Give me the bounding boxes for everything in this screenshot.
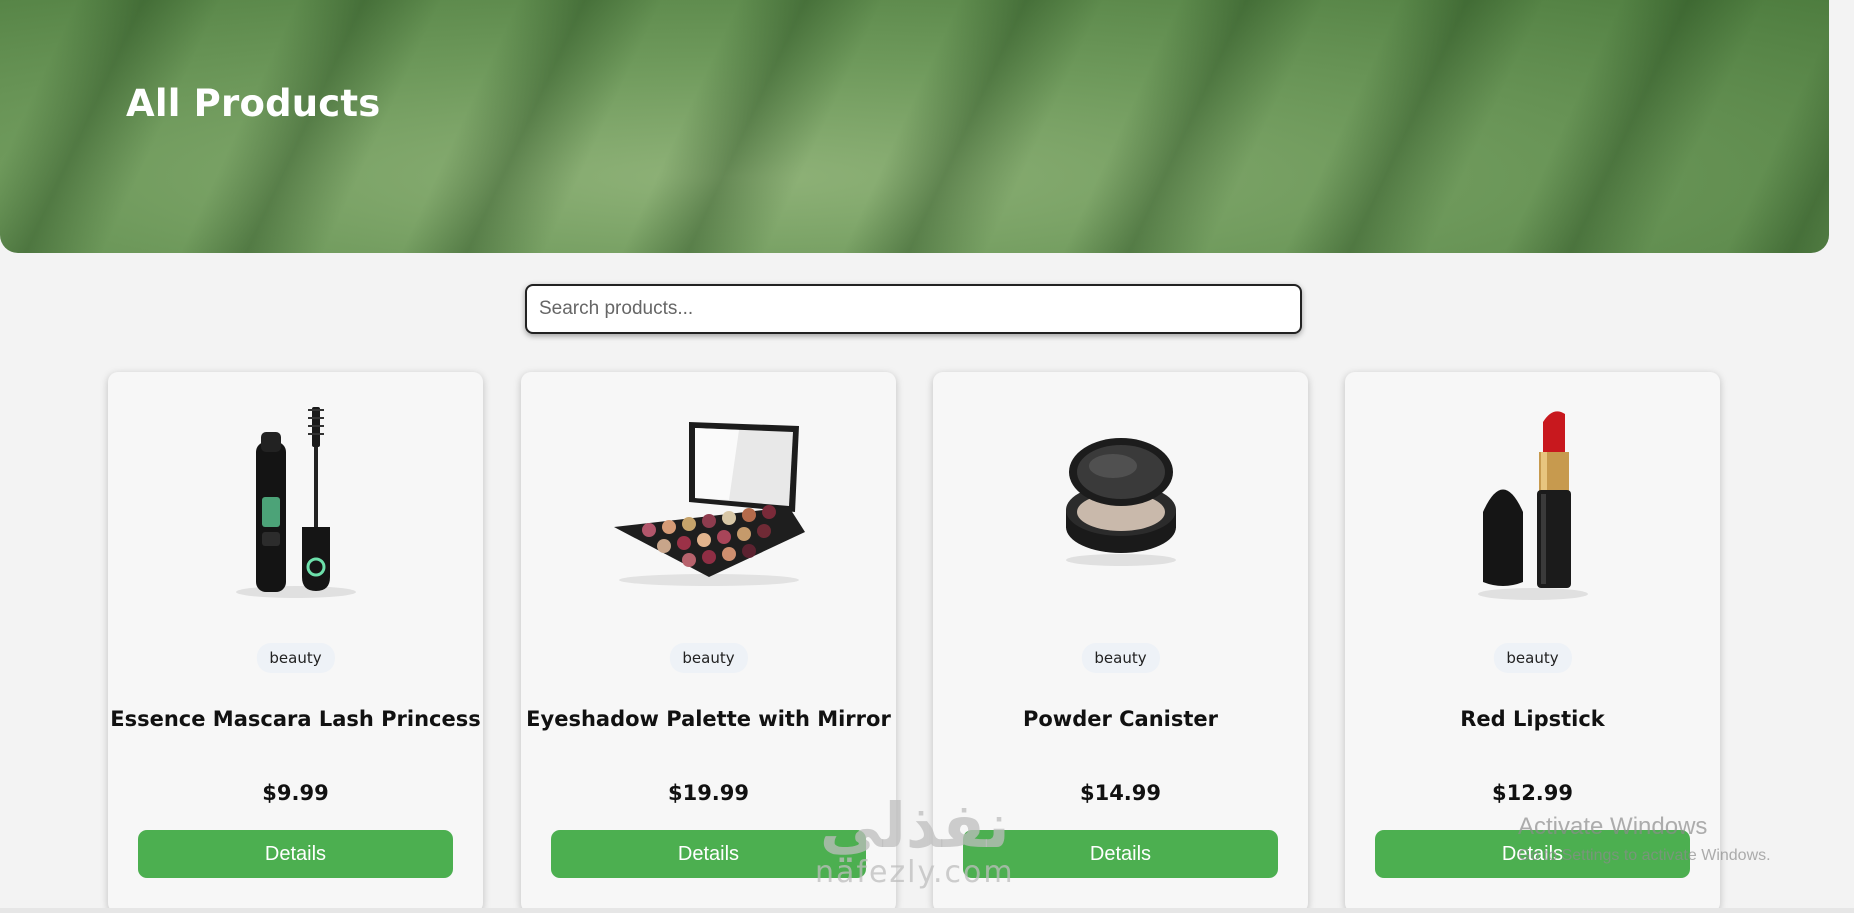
product-image xyxy=(1345,402,1720,602)
page-title: All Products xyxy=(126,82,381,125)
product-image xyxy=(521,402,896,602)
product-title: Essence Mascara Lash Princess xyxy=(110,707,481,731)
search-input[interactable] xyxy=(525,284,1302,334)
details-button[interactable]: Details xyxy=(551,830,866,878)
eyeshadow-palette-image xyxy=(613,422,805,586)
page-bottom-divider xyxy=(0,908,1854,913)
category-badge: beauty xyxy=(256,643,335,673)
lipstick-image xyxy=(1477,411,1588,600)
details-button[interactable]: Details xyxy=(138,830,453,878)
product-card: beauty Powder Canister $14.99 Details xyxy=(933,372,1308,913)
product-title: Red Lipstick xyxy=(1460,707,1605,731)
product-price: $12.99 xyxy=(1491,781,1574,805)
product-card: beauty Red Lipstick $12.99 Details xyxy=(1345,372,1720,913)
product-title: Powder Canister xyxy=(1022,707,1219,731)
product-image xyxy=(108,402,483,602)
hero-banner: All Products xyxy=(0,0,1829,253)
product-price: $14.99 xyxy=(1079,781,1162,805)
product-price: $9.99 xyxy=(262,781,329,805)
category-badge: beauty xyxy=(1493,643,1572,673)
product-price: $19.99 xyxy=(667,781,750,805)
product-title: Eyeshadow Palette with Mirror xyxy=(526,707,891,731)
product-card: beauty Essence Mascara Lash Princess $9.… xyxy=(108,372,483,913)
product-image xyxy=(933,402,1308,602)
mascara-image xyxy=(235,407,356,598)
details-button[interactable]: Details xyxy=(1375,830,1690,878)
product-card: beauty Eyeshadow Palette with Mirror $19… xyxy=(521,372,896,913)
powder-compact-image xyxy=(1065,438,1176,566)
category-badge: beauty xyxy=(669,643,748,673)
details-button[interactable]: Details xyxy=(963,830,1278,878)
category-badge: beauty xyxy=(1081,643,1160,673)
